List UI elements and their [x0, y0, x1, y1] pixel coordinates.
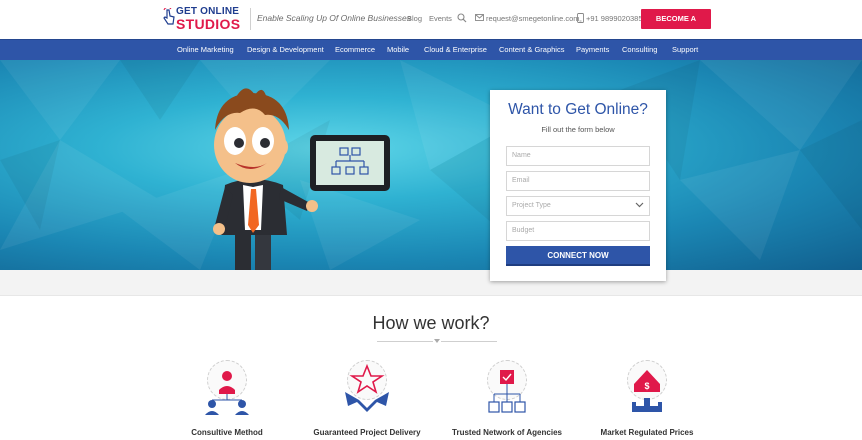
budget-field[interactable]: Budget: [506, 221, 650, 241]
price-tag-icon: $: [632, 370, 662, 412]
main-nav: Online Marketing Design & Development Ec…: [0, 39, 862, 60]
hand-pointer-icon: [163, 8, 175, 25]
feature-label: Consultive Method: [191, 428, 263, 437]
project-type-value: Project Type: [512, 202, 551, 209]
nav-cloud-enterprise[interactable]: Cloud & Enterprise: [424, 40, 487, 61]
feature-guaranteed-delivery: Guaranteed Project Delivery: [302, 360, 432, 440]
chevron-down-icon: [635, 202, 644, 208]
logo[interactable]: GET ONLINE STUDIOS: [162, 6, 252, 34]
phone-number[interactable]: +91 9899020385: [586, 14, 643, 23]
feature-label: Market Regulated Prices: [600, 428, 694, 437]
tagline: Enable Scaling Up Of Online Businesses: [257, 13, 412, 23]
nav-mobile[interactable]: Mobile: [387, 40, 409, 61]
nav-consulting[interactable]: Consulting: [622, 40, 657, 61]
feature-label: Trusted Network of Agencies: [452, 428, 562, 437]
form-subtitle: Fill out the form below: [541, 125, 615, 134]
nav-payments[interactable]: Payments: [576, 40, 609, 61]
lead-form: Want to Get Online? Fill out the form be…: [490, 90, 666, 281]
email-link[interactable]: request@smegetonline.com: [486, 14, 580, 23]
form-title: Want to Get Online?: [508, 101, 648, 118]
consultants-icon: [205, 371, 249, 415]
svg-text:$: $: [644, 381, 649, 391]
section-title: How we work?: [372, 313, 490, 333]
polygon-background: [0, 60, 862, 270]
hero-bottom-strip: [0, 270, 862, 296]
search-icon[interactable]: [457, 13, 467, 23]
feature-consultive-method: Consultive Method: [162, 360, 292, 440]
feature-market-prices: $ Market Regulated Prices: [582, 360, 712, 440]
star-ribbon-icon: [345, 363, 389, 412]
email-field[interactable]: Email: [506, 171, 650, 191]
name-field[interactable]: Name: [506, 146, 650, 166]
events-link[interactable]: Events: [429, 14, 452, 23]
nav-design-development[interactable]: Design & Development: [247, 40, 324, 61]
mail-icon: [475, 14, 484, 21]
hero-banner: [0, 60, 862, 270]
logo-line-2: STUDIOS: [176, 16, 241, 32]
project-type-select[interactable]: Project Type: [506, 196, 650, 216]
network-icon: [488, 370, 526, 413]
nav-support[interactable]: Support: [672, 40, 698, 61]
header: GET ONLINE STUDIOS Enable Scaling Up Of …: [0, 0, 862, 43]
connect-now-button[interactable]: CONNECT NOW: [506, 246, 650, 266]
divider: [250, 8, 251, 30]
nav-content-graphics[interactable]: Content & Graphics: [499, 40, 564, 61]
feature-trusted-network: Trusted Network of Agencies: [442, 360, 572, 440]
chevron-down-icon: [433, 338, 441, 345]
nav-ecommerce[interactable]: Ecommerce: [335, 40, 375, 61]
phone-icon: [577, 13, 584, 23]
blog-link[interactable]: Blog: [407, 14, 422, 23]
feature-label: Guaranteed Project Delivery: [313, 428, 421, 437]
character-illustration: [213, 88, 390, 270]
nav-online-marketing[interactable]: Online Marketing: [177, 40, 234, 61]
become-a-studio-button[interactable]: BECOME A STUDIO: [641, 9, 711, 43]
